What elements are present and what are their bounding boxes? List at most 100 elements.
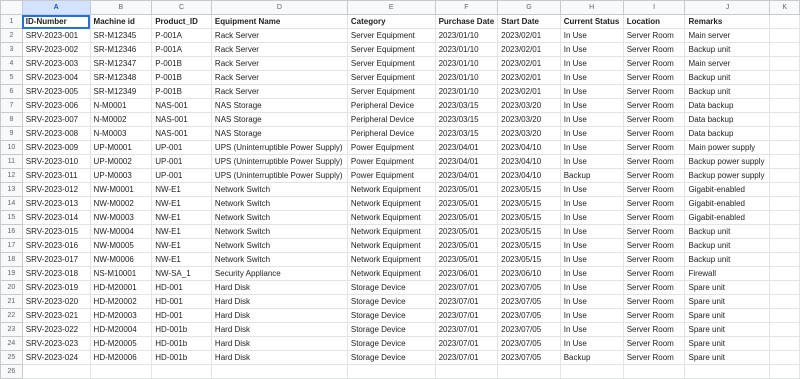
cell[interactable]: UPS (Uninterruptible Power Supply) bbox=[210, 168, 348, 183]
cell[interactable]: 2023/02/01 bbox=[497, 42, 561, 57]
cell[interactable]: Server Room bbox=[622, 322, 686, 337]
cell[interactable]: N-M0002 bbox=[89, 112, 153, 127]
cell[interactable]: Server Room bbox=[622, 168, 686, 183]
cell[interactable]: SRV-2023-016 bbox=[21, 238, 91, 253]
cell[interactable]: Server Equipment bbox=[346, 56, 436, 71]
row-header[interactable]: 20 bbox=[0, 280, 23, 295]
cell[interactable]: Network Equipment bbox=[346, 238, 436, 253]
cell[interactable]: NAS-001 bbox=[151, 126, 212, 141]
cell[interactable]: Power Equipment bbox=[346, 154, 436, 169]
cell[interactable]: 2023/05/15 bbox=[497, 252, 561, 267]
cell[interactable]: In Use bbox=[559, 308, 624, 323]
cell[interactable]: P-001A bbox=[151, 28, 212, 43]
cell[interactable]: UP-M0002 bbox=[89, 154, 153, 169]
cell[interactable]: 2023/05/01 bbox=[434, 224, 499, 239]
cell[interactable]: NW-E1 bbox=[151, 252, 212, 267]
cell[interactable]: Server Room bbox=[622, 126, 686, 141]
cell[interactable]: SRV-2023-013 bbox=[21, 196, 91, 211]
cell[interactable]: Hard Disk bbox=[210, 350, 348, 365]
cell[interactable]: Server Room bbox=[622, 56, 686, 71]
cell[interactable]: In Use bbox=[559, 98, 624, 113]
cell[interactable]: Peripheral Device bbox=[346, 112, 436, 127]
row-header[interactable]: 11 bbox=[0, 154, 23, 169]
cell[interactable]: 2023/05/01 bbox=[434, 182, 499, 197]
cell[interactable]: 2023/03/20 bbox=[497, 126, 561, 141]
cell[interactable]: Network Equipment bbox=[346, 224, 436, 239]
header-cell[interactable]: Current Status bbox=[559, 14, 624, 29]
row-header[interactable]: 19 bbox=[0, 266, 23, 281]
cell[interactable]: In Use bbox=[559, 112, 624, 127]
cell[interactable]: NW-E1 bbox=[151, 182, 212, 197]
cell[interactable]: Backup unit bbox=[684, 42, 771, 57]
cell[interactable]: 2023/04/01 bbox=[434, 168, 499, 183]
cell[interactable]: 2023/03/15 bbox=[434, 126, 499, 141]
cell[interactable]: HD-001b bbox=[151, 336, 212, 351]
cell[interactable]: Server Room bbox=[622, 294, 686, 309]
column-header-b[interactable]: B bbox=[89, 0, 153, 15]
cell[interactable]: 2023/05/15 bbox=[497, 182, 561, 197]
cell[interactable] bbox=[769, 56, 800, 71]
cell[interactable]: Network Switch bbox=[210, 210, 348, 225]
cell[interactable]: SRV-2023-015 bbox=[21, 224, 91, 239]
row-header[interactable]: 1 bbox=[0, 14, 23, 29]
cell[interactable]: 2023/07/05 bbox=[497, 308, 561, 323]
cell[interactable]: HD-M20002 bbox=[89, 294, 153, 309]
cell[interactable]: Backup unit bbox=[684, 224, 771, 239]
cell[interactable]: Server Room bbox=[622, 210, 686, 225]
cell[interactable]: In Use bbox=[559, 84, 624, 99]
cell[interactable] bbox=[769, 42, 800, 57]
row-header[interactable]: 14 bbox=[0, 196, 23, 211]
cell[interactable]: 2023/05/01 bbox=[434, 210, 499, 225]
cell[interactable]: UP-001 bbox=[151, 168, 212, 183]
cell[interactable]: Storage Device bbox=[346, 336, 436, 351]
cell[interactable]: Server Room bbox=[622, 224, 686, 239]
cell[interactable]: Storage Device bbox=[346, 350, 436, 365]
cell[interactable]: 2023/05/01 bbox=[434, 252, 499, 267]
cell[interactable]: SRV-2023-007 bbox=[21, 112, 91, 127]
cell[interactable]: In Use bbox=[559, 154, 624, 169]
header-cell[interactable]: Start Date bbox=[497, 14, 561, 29]
cell[interactable]: 2023/07/01 bbox=[434, 308, 499, 323]
cell[interactable]: P-001B bbox=[151, 84, 212, 99]
cell[interactable] bbox=[769, 154, 800, 169]
cell[interactable] bbox=[622, 364, 686, 379]
cell[interactable]: NW-M0001 bbox=[89, 182, 153, 197]
cell[interactable]: Network Equipment bbox=[346, 210, 436, 225]
cell[interactable]: Server Room bbox=[622, 154, 686, 169]
cell[interactable]: SR-M12347 bbox=[89, 56, 153, 71]
cell[interactable]: UPS (Uninterruptible Power Supply) bbox=[210, 154, 348, 169]
cell[interactable]: Main server bbox=[684, 28, 771, 43]
cell[interactable]: Server Equipment bbox=[346, 28, 436, 43]
cell[interactable] bbox=[769, 336, 800, 351]
cell[interactable]: SRV-2023-022 bbox=[21, 322, 91, 337]
cell[interactable]: HD-M20005 bbox=[89, 336, 153, 351]
cell[interactable]: HD-001 bbox=[151, 294, 212, 309]
header-cell[interactable]: Equipment Name bbox=[210, 14, 348, 29]
cell[interactable]: Server Equipment bbox=[346, 84, 436, 99]
column-header-f[interactable]: F bbox=[434, 0, 499, 15]
column-header-e[interactable]: E bbox=[346, 0, 436, 15]
cell[interactable]: Data backup bbox=[684, 112, 771, 127]
header-cell[interactable]: Product_ID bbox=[151, 14, 212, 29]
cell[interactable]: NW-E1 bbox=[151, 238, 212, 253]
cell[interactable]: UP-M0003 bbox=[89, 168, 153, 183]
row-header[interactable]: 9 bbox=[0, 126, 23, 141]
cell[interactable]: SRV-2023-003 bbox=[21, 56, 91, 71]
cell[interactable]: Storage Device bbox=[346, 308, 436, 323]
column-header-g[interactable]: G bbox=[497, 0, 561, 15]
cell[interactable]: 2023/01/10 bbox=[434, 28, 499, 43]
cell[interactable]: NW-SA_1 bbox=[151, 266, 212, 281]
cell[interactable]: 2023/05/15 bbox=[497, 224, 561, 239]
cell[interactable]: NW-E1 bbox=[151, 196, 212, 211]
cell[interactable]: UPS (Uninterruptible Power Supply) bbox=[210, 140, 348, 155]
cell[interactable]: Storage Device bbox=[346, 280, 436, 295]
cell[interactable]: Server Room bbox=[622, 252, 686, 267]
cell[interactable]: In Use bbox=[559, 70, 624, 85]
cell[interactable]: UP-M0001 bbox=[89, 140, 153, 155]
cell[interactable]: 2023/07/05 bbox=[497, 322, 561, 337]
cell[interactable]: 2023/01/10 bbox=[434, 56, 499, 71]
header-cell[interactable]: Machine id bbox=[89, 14, 153, 29]
header-cell[interactable]: Purchase Date bbox=[434, 14, 499, 29]
cell[interactable]: 2023/04/01 bbox=[434, 154, 499, 169]
cell[interactable]: SR-M12349 bbox=[89, 84, 153, 99]
